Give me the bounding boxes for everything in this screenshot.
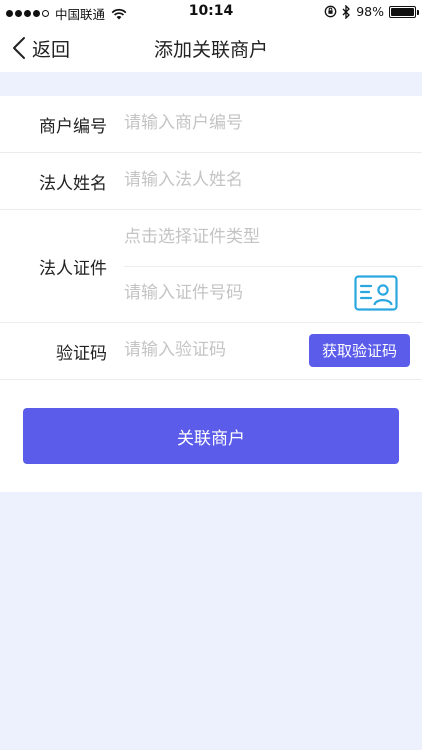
merchant-no-input[interactable]	[124, 108, 404, 138]
id-card-icon[interactable]	[354, 275, 398, 311]
rotation-lock-icon	[324, 5, 337, 18]
back-label: 返回	[32, 38, 71, 61]
id-number-input[interactable]	[124, 278, 344, 308]
verify-code-label: 验证码	[56, 344, 107, 364]
status-right: 98%	[319, 4, 419, 19]
legal-name-label: 法人姓名	[39, 174, 107, 194]
status-bar: 中国联通 10:14 98%	[0, 0, 422, 24]
battery-percent: 98%	[356, 4, 384, 19]
get-code-button[interactable]: 获取验证码	[309, 334, 410, 367]
id-divider	[124, 266, 422, 267]
merchant-no-row: 商户编号	[0, 96, 422, 153]
back-button[interactable]: 返回	[12, 34, 70, 62]
bluetooth-icon	[342, 4, 351, 19]
link-merchant-button[interactable]: 关联商户	[23, 408, 399, 464]
signal-dots-icon	[6, 10, 51, 17]
battery-icon	[389, 5, 419, 18]
wifi-icon	[111, 8, 127, 19]
id-type-select[interactable]	[124, 222, 404, 252]
chevron-left-icon	[13, 37, 25, 59]
form-card: 商户编号 法人姓名 法人证件 验证码 获取验证码 关联商户	[0, 96, 422, 492]
status-left: 中国联通	[6, 4, 127, 23]
battery-level	[391, 7, 414, 16]
carrier-name: 中国联通	[55, 7, 106, 22]
legal-name-row: 法人姓名	[0, 153, 422, 210]
nav-bar: 返回 添加关联商户	[0, 24, 422, 72]
legal-id-label: 法人证件	[39, 259, 107, 279]
legal-name-input[interactable]	[124, 165, 404, 195]
verify-code-input[interactable]	[124, 335, 294, 365]
merchant-no-label: 商户编号	[39, 117, 107, 137]
